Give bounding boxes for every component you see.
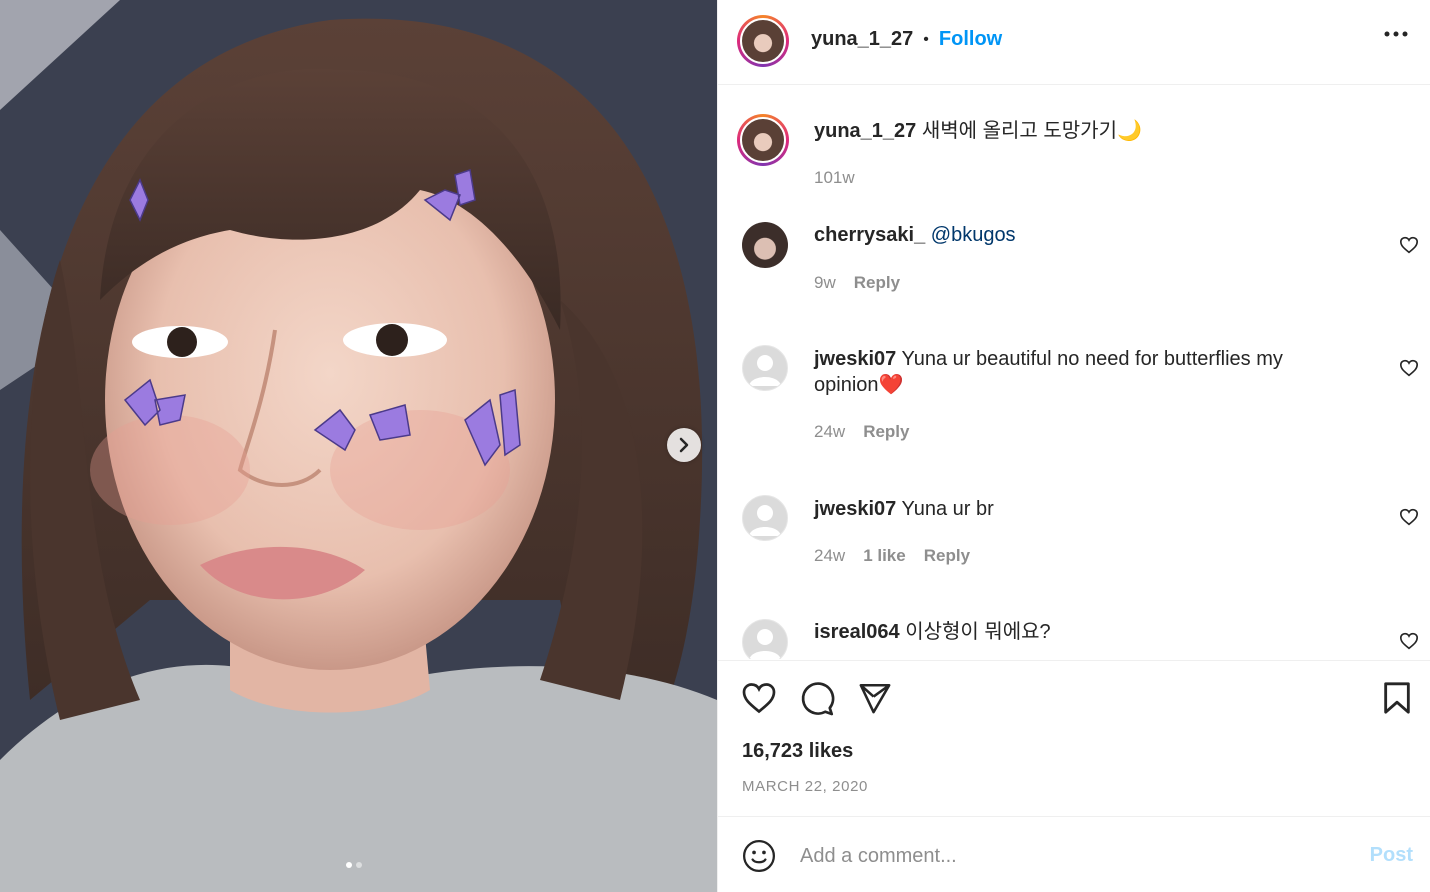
post-sidebar: yuna_1_27 • Follow yuna_1_27 새벽에 올리고 도망가… (717, 0, 1430, 892)
comment-text: cherrysaki_ @bkugos (814, 222, 1334, 248)
comment-avatar-default[interactable] (742, 619, 788, 659)
caption-body: 새벽에 올리고 도망가기🌙 (921, 120, 1142, 142)
caption-meta: 101w (814, 168, 855, 188)
post-actions: 16,723 likes MARCH 22, 2020 (718, 660, 1430, 817)
comment-input[interactable] (798, 839, 1342, 873)
share-send-icon[interactable] (858, 681, 892, 715)
comment-time[interactable]: 24w (814, 422, 845, 442)
comment-like-icon[interactable] (1399, 632, 1419, 650)
comment-mention[interactable]: @bkugos (931, 224, 1016, 246)
carousel-dot (356, 862, 362, 868)
comments-list[interactable]: yuna_1_27 새벽에 올리고 도망가기🌙 101w cherrysaki_… (718, 86, 1430, 659)
post-comment-button[interactable]: Post (1370, 844, 1413, 867)
comment-username[interactable]: jweski07 (814, 498, 896, 520)
comment-username[interactable]: cherrysaki_ (814, 224, 925, 246)
separator-dot: • (923, 30, 929, 48)
author-avatar[interactable] (737, 15, 789, 67)
comment-meta: 9w Reply (814, 273, 900, 293)
comment-meta: 24w 1 like Reply (814, 546, 970, 566)
post-photo[interactable] (0, 0, 717, 892)
caption-avatar[interactable] (737, 114, 789, 166)
more-options-icon[interactable] (1383, 30, 1409, 38)
comment-composer: Post (718, 816, 1430, 892)
author-username[interactable]: yuna_1_27 (811, 28, 913, 51)
comment-avatar[interactable] (742, 222, 788, 268)
comment-like-icon[interactable] (1399, 359, 1419, 377)
follow-button[interactable]: Follow (939, 28, 1002, 51)
likes-count[interactable]: 16,723 likes (742, 740, 853, 763)
selfie-image (0, 0, 717, 892)
post-header: yuna_1_27 • Follow (718, 0, 1430, 85)
save-bookmark-icon[interactable] (1382, 681, 1412, 715)
comment-meta: 24w Reply (814, 422, 909, 442)
chevron-right-icon (679, 437, 689, 453)
like-heart-icon[interactable] (741, 681, 777, 715)
post-date[interactable]: MARCH 22, 2020 (742, 778, 868, 795)
caption-username[interactable]: yuna_1_27 (814, 120, 916, 142)
comment-username[interactable]: isreal064 (814, 621, 900, 643)
comment-bubble-icon[interactable] (799, 681, 835, 717)
emoji-icon[interactable] (742, 839, 776, 873)
reply-button[interactable]: Reply (924, 546, 970, 566)
reply-button[interactable]: Reply (863, 422, 909, 442)
next-photo-button[interactable] (667, 428, 701, 462)
comment-username[interactable]: jweski07 (814, 348, 896, 370)
comment-text: jweski07 Yuna ur beautiful no need for b… (814, 346, 1334, 398)
comment-body: 이상형이 뭐에요? (905, 621, 1051, 643)
caption-text: yuna_1_27 새벽에 올리고 도망가기🌙 (814, 118, 1334, 144)
comment-body: Yuna ur br (901, 498, 994, 520)
carousel-dot-active (346, 862, 352, 868)
comment-time[interactable]: 9w (814, 273, 836, 293)
comment-avatar-default[interactable] (742, 495, 788, 541)
caption-time[interactable]: 101w (814, 168, 855, 188)
comment-avatar-default[interactable] (742, 345, 788, 391)
reply-button[interactable]: Reply (854, 273, 900, 293)
comment-text: isreal064 이상형이 뭐에요? (814, 619, 1334, 645)
comment-text: jweski07 Yuna ur br (814, 496, 1334, 522)
comment-like-icon[interactable] (1399, 236, 1419, 254)
carousel-indicator (346, 862, 362, 868)
comment-like-icon[interactable] (1399, 508, 1419, 526)
comment-likes-count[interactable]: 1 like (863, 546, 906, 566)
comment-time[interactable]: 24w (814, 546, 845, 566)
